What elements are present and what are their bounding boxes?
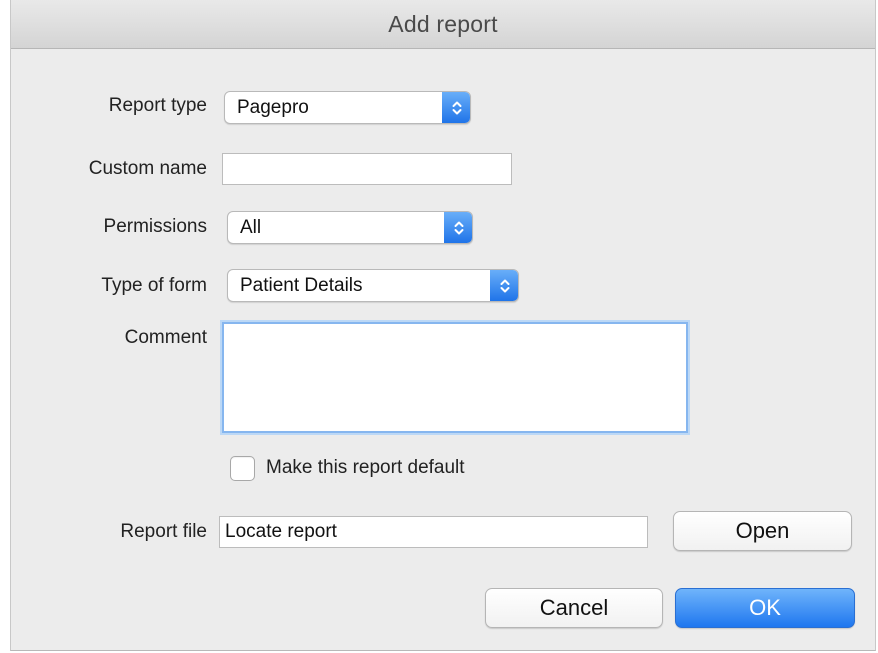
custom-name-label: Custom name bbox=[88, 158, 207, 179]
comment-textarea[interactable] bbox=[222, 322, 688, 433]
type-of-form-select[interactable]: Patient Details bbox=[227, 269, 519, 302]
report-type-select[interactable]: Pagepro bbox=[224, 91, 471, 124]
type-of-form-value: Patient Details bbox=[240, 275, 363, 296]
permissions-value: All bbox=[240, 217, 262, 238]
make-default-checkbox[interactable] bbox=[230, 456, 255, 481]
ok-button[interactable]: OK bbox=[675, 588, 855, 628]
dialog-title: Add report bbox=[388, 10, 498, 37]
report-type-label: Report type bbox=[108, 95, 207, 116]
comment-label: Comment bbox=[124, 327, 207, 348]
type-of-form-label: Type of form bbox=[101, 275, 207, 296]
permissions-select[interactable]: All bbox=[227, 211, 473, 244]
add-report-dialog: Add report Report type Pagepro Custom na… bbox=[10, 0, 876, 651]
chevron-up-down-icon bbox=[442, 92, 470, 123]
cancel-button[interactable]: Cancel bbox=[485, 588, 663, 628]
report-file-input[interactable]: Locate report bbox=[219, 516, 648, 548]
report-type-value: Pagepro bbox=[237, 97, 309, 118]
dialog-titlebar[interactable]: Add report bbox=[11, 0, 875, 49]
custom-name-input[interactable] bbox=[222, 153, 512, 185]
chevron-up-down-icon bbox=[444, 212, 472, 243]
make-default-label[interactable]: Make this report default bbox=[266, 457, 465, 479]
permissions-label: Permissions bbox=[103, 216, 207, 237]
chevron-up-down-icon bbox=[490, 270, 518, 301]
report-file-label: Report file bbox=[120, 521, 207, 542]
open-button[interactable]: Open bbox=[673, 511, 852, 551]
